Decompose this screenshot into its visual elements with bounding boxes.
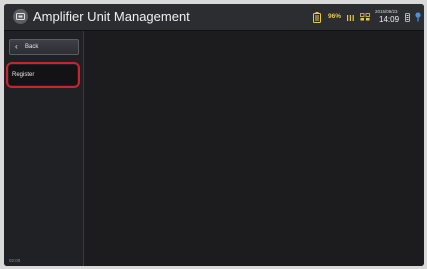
status-time: 14:09 — [379, 15, 400, 24]
page-title: Amplifier Unit Management — [33, 9, 190, 24]
back-button-label: Back — [25, 44, 39, 50]
battery-percent: 96% — [328, 13, 342, 20]
device-frame: Amplifier Unit Management 96% 2015/09/23… — [0, 0, 427, 269]
location-pin-icon — [415, 4, 421, 30]
sidebar: ‹ Back Register 02:00 — [4, 31, 84, 266]
top-bar: Amplifier Unit Management 96% 2015/09/23… — [4, 4, 424, 31]
screen: Amplifier Unit Management 96% 2015/09/23… — [4, 4, 424, 266]
highlight-outline — [6, 62, 80, 88]
chevron-left-icon: ‹ — [15, 42, 18, 51]
main-content-area — [84, 31, 424, 266]
signal-icon — [347, 4, 354, 30]
battery-icon — [313, 4, 321, 30]
footer-time: 02:00 — [9, 258, 21, 263]
device-status-icon — [405, 4, 410, 30]
app-icon[interactable] — [13, 9, 28, 24]
connection-icon — [360, 4, 370, 30]
back-button[interactable]: ‹ Back — [9, 39, 79, 55]
